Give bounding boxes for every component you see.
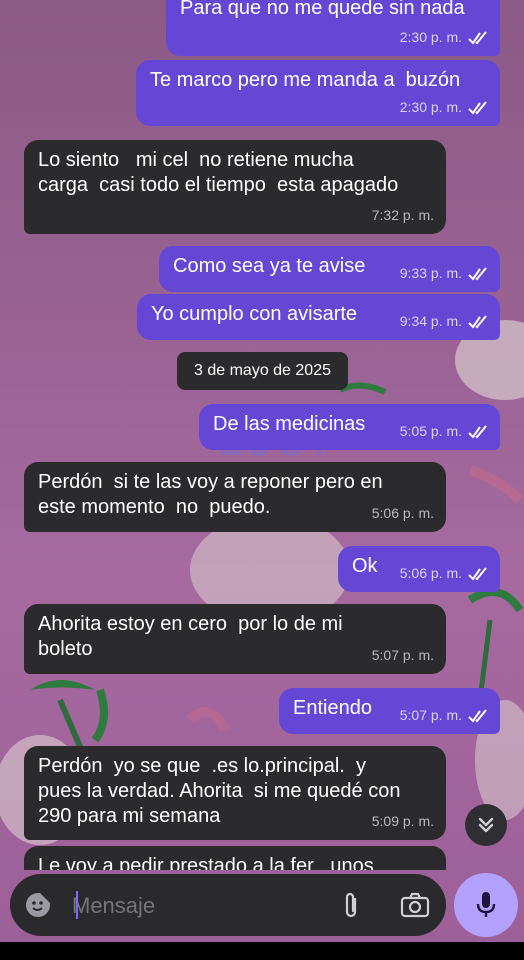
message-input[interactable]	[70, 890, 324, 922]
message-meta: 7:32 p. m.	[372, 203, 434, 228]
message-outgoing[interactable]: Para que no me quede sin nada 2:30 p. m.	[166, 0, 500, 56]
text-cursor	[76, 891, 78, 919]
double-check-icon	[468, 314, 487, 329]
double-check-icon	[468, 100, 487, 115]
message-text: Como sea ya te avise	[173, 255, 366, 277]
message-outgoing[interactable]: Como sea ya te avise 9:33 p. m.	[159, 246, 500, 292]
message-time: 7:32 p. m.	[371, 207, 434, 223]
message-text: Para que no me quede sin nada	[180, 0, 465, 19]
message-time: 9:33 p. m.	[399, 265, 462, 281]
message-meta: 5:06 p. m.	[372, 501, 434, 526]
message-text: Lo siento mi cel no retiene mucha carga …	[38, 149, 399, 196]
double-check-icon	[468, 566, 487, 581]
message-meta: 2:30 p. m.	[400, 95, 488, 120]
message-incoming[interactable]: Lo siento mi cel no retiene mucha carga …	[24, 140, 446, 234]
message-meta: 5:09 p. m.	[372, 809, 434, 834]
sticker-icon[interactable]	[24, 891, 52, 919]
message-text: Yo cumplo con avisarte	[151, 303, 358, 325]
message-text: Entiendo	[293, 697, 372, 719]
message-time: 2:30 p. m.	[399, 99, 462, 115]
message-time: 5:06 p. m.	[371, 505, 434, 521]
message-outgoing[interactable]: De las medicinas 5:05 p. m.	[199, 404, 500, 450]
message-composer	[10, 874, 446, 936]
paperclip-icon[interactable]	[340, 891, 362, 921]
message-meta: 2:30 p. m.	[400, 25, 488, 50]
double-check-icon	[468, 266, 487, 281]
voice-record-button[interactable]	[454, 873, 518, 937]
message-outgoing[interactable]: Ok 5:06 p. m.	[338, 546, 500, 592]
message-time: 5:07 p. m.	[399, 707, 462, 723]
chat-area: LUCY Para que no me quede sin nada 2:30 …	[0, 0, 524, 870]
message-meta: 5:07 p. m.	[400, 703, 488, 728]
message-time: 5:09 p. m.	[371, 813, 434, 829]
message-incoming[interactable]: Perdón yo se que .es lo.principal. y pue…	[24, 746, 446, 840]
message-text: De las medicinas	[213, 413, 366, 435]
message-meta: 5:07 p. m.	[372, 643, 434, 668]
message-incoming[interactable]: Le voy a pedir prestado a la fer unos	[24, 846, 446, 870]
message-text: Perdón yo se que .es lo.principal. y pue…	[38, 755, 401, 827]
double-check-icon	[468, 30, 487, 45]
message-text: Perdón si te las voy a reponer pero en e…	[38, 471, 383, 518]
message-meta: 5:05 p. m.	[400, 419, 488, 444]
camera-icon[interactable]	[400, 892, 430, 918]
chevrons-down-icon	[478, 817, 494, 833]
message-incoming[interactable]: Ahorita estoy en cero por lo de mi bolet…	[24, 604, 446, 674]
message-text: Le voy a pedir prestado a la fer unos	[38, 855, 374, 870]
message-time: 5:05 p. m.	[399, 423, 462, 439]
message-time: 2:30 p. m.	[399, 29, 462, 45]
message-meta: 9:34 p. m.	[400, 309, 488, 334]
message-text: Ok	[352, 555, 378, 577]
message-incoming[interactable]: Perdón si te las voy a reponer pero en e…	[24, 462, 446, 532]
message-time: 5:06 p. m.	[399, 565, 462, 581]
system-navigation-bar	[0, 942, 524, 960]
double-check-icon	[468, 708, 487, 723]
message-meta: 5:06 p. m.	[400, 561, 488, 586]
message-text: Te marco pero me manda a buzón	[150, 69, 461, 91]
date-separator: 3 de mayo de 2025	[177, 352, 348, 390]
double-check-icon	[468, 424, 487, 439]
message-time: 5:07 p. m.	[371, 647, 434, 663]
message-meta: 9:33 p. m.	[400, 261, 488, 286]
message-outgoing[interactable]: Te marco pero me manda a buzón 2:30 p. m…	[136, 60, 500, 126]
message-outgoing[interactable]: Entiendo 5:07 p. m.	[279, 688, 500, 734]
message-outgoing[interactable]: Yo cumplo con avisarte 9:34 p. m.	[137, 294, 500, 340]
microphone-icon	[476, 892, 496, 917]
message-text: Ahorita estoy en cero por lo de mi bolet…	[38, 613, 343, 660]
message-time: 9:34 p. m.	[399, 313, 462, 329]
scroll-to-bottom-button[interactable]	[465, 804, 507, 846]
